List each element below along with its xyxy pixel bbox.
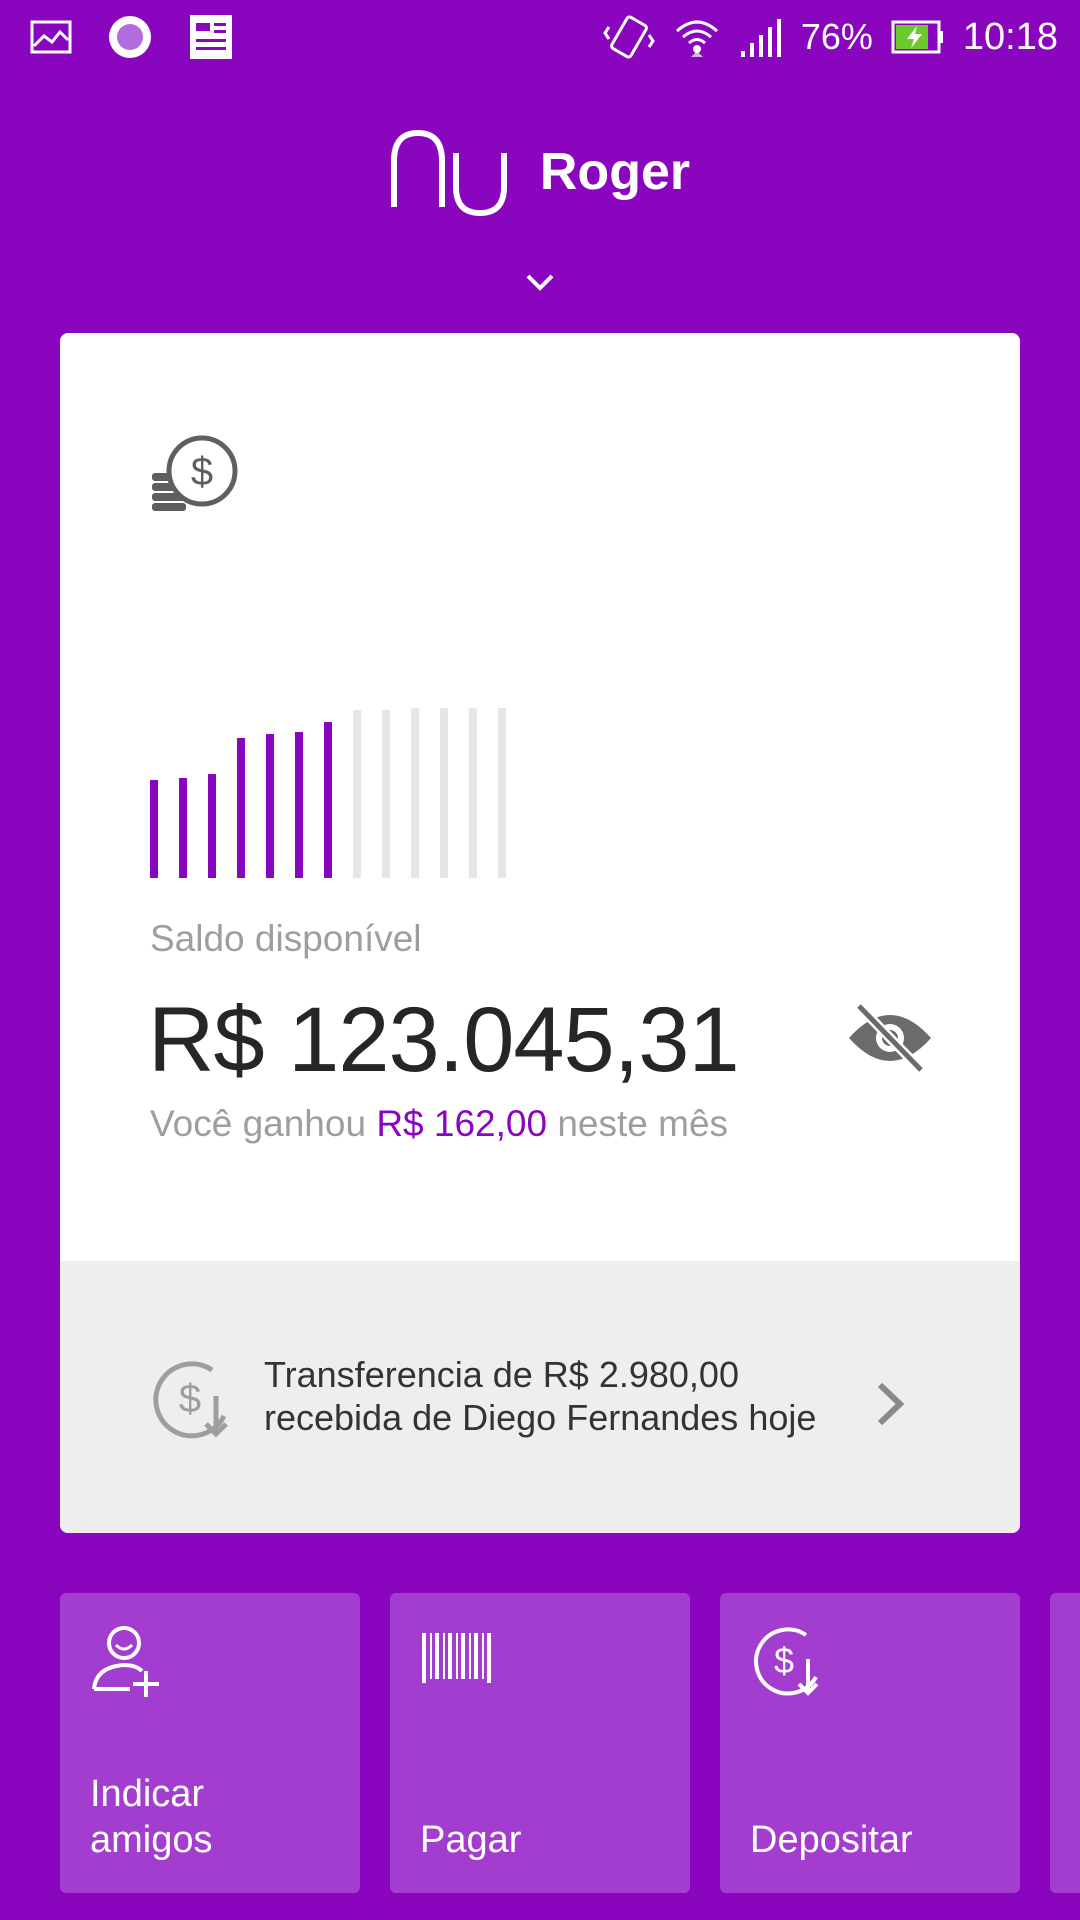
- tile-label-line-1: Indicar: [90, 1773, 205, 1815]
- history-bar-active: [208, 774, 216, 878]
- svg-text:$: $: [179, 1377, 201, 1421]
- deposit-button[interactable]: $ Depositar: [720, 1593, 1020, 1893]
- history-bar-active: [150, 780, 158, 878]
- notification-line-1: Transferencia de R$ 2.980,00: [264, 1354, 739, 1395]
- battery-charging-icon: [891, 20, 943, 54]
- status-bar: 76% 10:18: [0, 0, 1080, 76]
- wifi-icon: [675, 20, 718, 57]
- clock: 10:18: [962, 15, 1058, 58]
- news-icon: [190, 15, 232, 59]
- history-bar-active: [179, 778, 187, 878]
- battery-percent: 76%: [800, 16, 873, 57]
- history-bar-inactive: [382, 710, 390, 878]
- pay-button[interactable]: Pagar: [390, 1593, 690, 1893]
- balance-value: R$ 123.045,31: [148, 989, 740, 1091]
- account-card[interactable]: $ Saldo disponível R$ 123.045,31 Você ga…: [60, 333, 1020, 1533]
- earned-amount: R$ 162,00: [376, 1103, 548, 1144]
- history-bar-inactive: [353, 710, 361, 878]
- notification-line-2: recebida de Diego Fernandes hoje: [264, 1397, 817, 1438]
- deposit-received-icon: $: [153, 1361, 228, 1439]
- monthly-earnings: Você ganhou R$ 162,00 neste mês: [150, 1103, 728, 1145]
- add-person-icon: [92, 1626, 159, 1697]
- balance-label: Saldo disponível: [150, 918, 422, 959]
- history-bar-inactive: [411, 708, 419, 878]
- record-icon: [109, 16, 151, 58]
- history-bar-active: [324, 722, 332, 878]
- vibrate-icon: [603, 15, 655, 59]
- refer-friends-button[interactable]: Indicar amigos: [60, 1593, 360, 1893]
- notification-text: Transferencia de R$ 2.980,00 recebida de…: [264, 1353, 816, 1439]
- earned-prefix: Você ganhou: [150, 1103, 367, 1144]
- barcode-icon: [422, 1633, 491, 1683]
- earned-suffix: neste mês: [557, 1103, 729, 1144]
- next-shortcut-tile[interactable]: [1050, 1593, 1080, 1893]
- signal-icon: [740, 19, 781, 57]
- transfer-notification[interactable]: $ Transferencia de R$ 2.980,00 recebida …: [60, 1261, 1020, 1533]
- money-coins-icon: $: [152, 435, 238, 511]
- account-header[interactable]: Roger: [0, 125, 1080, 219]
- gallery-icon: [30, 20, 72, 54]
- hide-balance-eye-icon[interactable]: [845, 998, 935, 1078]
- svg-text:$: $: [774, 1640, 794, 1681]
- chevron-right-icon[interactable]: [872, 1379, 908, 1429]
- tile-label: Indicar amigos: [90, 1771, 213, 1863]
- tile-label-line-2: Depositar: [750, 1819, 913, 1861]
- history-bar-inactive: [469, 708, 477, 878]
- chevron-down-icon[interactable]: [520, 268, 560, 298]
- user-name: Roger: [539, 143, 691, 201]
- history-bar-active: [266, 734, 274, 878]
- tile-label: Pagar: [420, 1817, 521, 1863]
- deposit-icon: $: [754, 1627, 819, 1696]
- svg-text:$: $: [191, 450, 213, 494]
- balance-history-bars: [150, 708, 506, 878]
- history-bar-inactive: [440, 708, 448, 878]
- history-bar-active: [295, 732, 303, 878]
- nubank-logo: [390, 129, 507, 217]
- tile-label-line-2: Pagar: [420, 1819, 522, 1861]
- tile-label: Depositar: [750, 1817, 913, 1863]
- tile-label-line-2: amigos: [90, 1819, 213, 1861]
- shortcut-carousel[interactable]: Indicar amigos Pagar $ Depositar: [60, 1593, 1080, 1893]
- history-bar-inactive: [498, 708, 506, 878]
- history-bar-active: [237, 738, 245, 878]
